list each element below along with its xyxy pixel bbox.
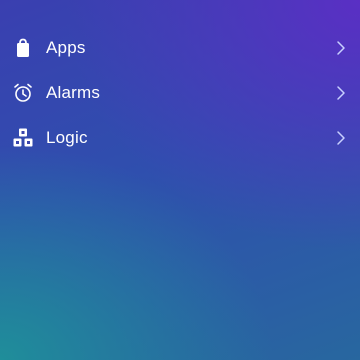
menu-list: Apps Alarms Logic (0, 25, 360, 160)
chevron-right-icon (337, 130, 345, 145)
menu-item-label: Alarms (46, 82, 101, 102)
menu-item-apps[interactable]: Apps (0, 25, 360, 70)
blocks-icon (13, 128, 33, 146)
menu-item-label: Apps (46, 37, 86, 57)
menu-item-label: Logic (46, 127, 88, 147)
menu-item-logic[interactable]: Logic (0, 115, 360, 160)
chevron-right-icon (337, 40, 345, 55)
shopping-bag-icon (17, 38, 29, 57)
app-screen: Apps Alarms Logic (0, 0, 360, 360)
chevron-right-icon (337, 85, 345, 100)
menu-item-alarms[interactable]: Alarms (0, 70, 360, 115)
alarm-clock-icon (14, 83, 32, 102)
